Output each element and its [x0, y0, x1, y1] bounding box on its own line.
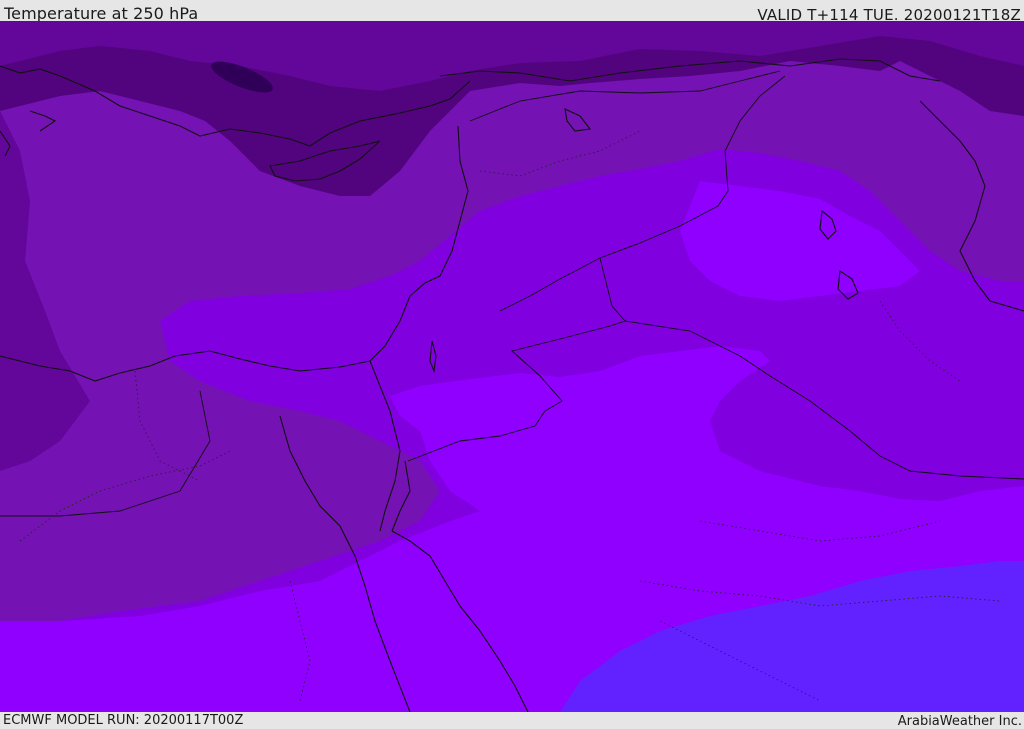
credit-label: ArabiaWeather Inc. — [897, 714, 1022, 729]
footer-bar: ECMWF MODEL RUN: 20200117T00Z ArabiaWeat… — [0, 712, 1024, 729]
header-bar: Temperature at 250 hPa VALID T+114 TUE. … — [0, 0, 1024, 24]
model-run-label: ECMWF MODEL RUN: 20200117T00Z — [3, 713, 244, 728]
map-viewer: Temperature at 250 hPa VALID T+114 TUE. … — [0, 0, 1024, 729]
temperature-map[interactable] — [0, 21, 1024, 712]
